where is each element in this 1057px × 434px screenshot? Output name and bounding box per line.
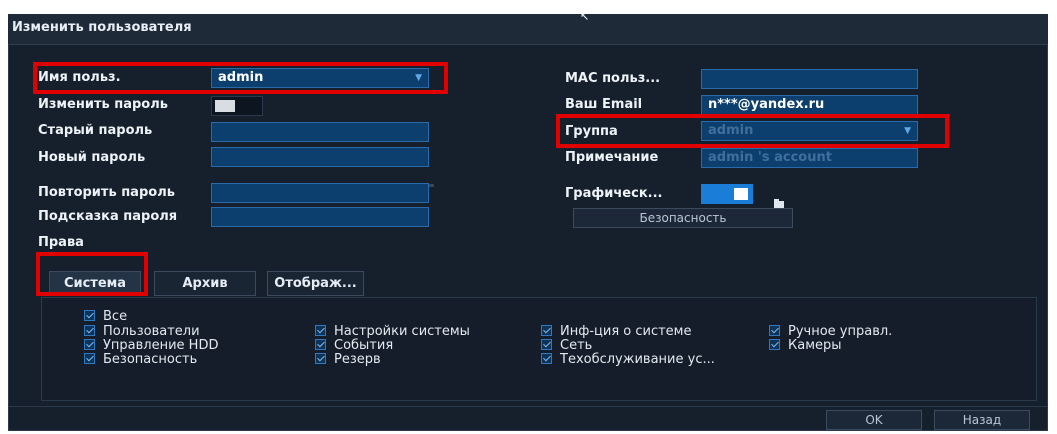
toggle-knob <box>734 188 748 200</box>
note-label: Примечание <box>565 150 659 165</box>
perm-all[interactable]: Все <box>84 310 127 324</box>
checkbox-checked-icon <box>315 325 326 336</box>
new-password-label: Новый пароль <box>38 150 146 165</box>
checkbox-checked-icon <box>84 353 95 364</box>
group-select[interactable]: admin ▼ <box>701 121 918 141</box>
perm-system-info[interactable]: Инф-ция о системе <box>541 325 692 339</box>
mac-field[interactable] <box>701 69 918 89</box>
perm-label: Управление HDD <box>103 338 219 353</box>
dialog-titlebar: Изменить пользователя <box>8 14 1048 45</box>
checkbox-checked-icon <box>84 339 95 350</box>
graphic-pattern-toggle[interactable] <box>701 184 753 204</box>
security-button[interactable]: Безопасность <box>573 208 793 228</box>
username-value: admin <box>218 70 264 85</box>
password-hint-label: Подсказка пароля <box>38 209 178 224</box>
tab-archive[interactable]: Архив <box>154 271 256 296</box>
edit-user-dialog: Изменить пользователя ↖ Имя польз. admin… <box>8 10 1048 431</box>
chevron-down-icon: ▼ <box>415 73 422 83</box>
change-password-label: Изменить пароль <box>38 97 168 112</box>
note-field[interactable]: admin 's account <box>701 148 918 168</box>
old-password-label: Старый пароль <box>38 123 153 138</box>
new-password-field[interactable] <box>211 147 429 167</box>
email-label: Ваш Email <box>565 97 643 112</box>
perm-security[interactable]: Безопасность <box>84 353 197 367</box>
perm-label: Сеть <box>560 338 593 353</box>
graphic-pattern-label: Графическ... <box>565 186 663 201</box>
perm-users[interactable]: Пользователи <box>84 325 200 339</box>
perm-label: Резерв <box>334 352 381 367</box>
perm-label: События <box>334 338 394 353</box>
tab-display[interactable]: Отображ... <box>267 271 364 296</box>
footer-divider <box>8 406 1048 407</box>
perm-label: Ручное управл. <box>788 324 893 339</box>
perm-label: Безопасность <box>103 352 198 367</box>
mouse-cursor-icon: ↖ <box>580 10 590 23</box>
checkbox-checked-icon <box>315 339 326 350</box>
folder-icon[interactable] <box>774 199 784 208</box>
perm-label: Настройки системы <box>334 324 470 339</box>
perm-events[interactable]: События <box>315 339 393 353</box>
perm-label: Инф-ция о системе <box>560 324 692 339</box>
perm-backup[interactable]: Резерв <box>315 353 381 367</box>
checkbox-checked-icon <box>315 353 326 364</box>
perm-system-settings[interactable]: Настройки системы <box>315 325 470 339</box>
perm-hdd[interactable]: Управление HDD <box>84 339 218 353</box>
repeat-password-field[interactable] <box>211 183 429 203</box>
email-field[interactable]: n***@yandex.ru <box>701 95 918 115</box>
checkbox-checked-icon <box>541 339 552 350</box>
chevron-down-icon: ▼ <box>904 126 911 136</box>
perm-label: Все <box>103 309 128 324</box>
ok-button[interactable]: OK <box>826 410 922 430</box>
repeat-password-label: Повторить пароль <box>38 185 175 200</box>
perm-network[interactable]: Сеть <box>541 339 592 353</box>
perm-cameras[interactable]: Камеры <box>769 339 842 353</box>
checkbox-checked-icon <box>84 310 95 321</box>
checkbox-checked-icon <box>769 339 780 350</box>
password-hint-field[interactable] <box>211 207 429 227</box>
perm-label: Техобслуживание ус... <box>560 352 715 367</box>
rights-label: Права <box>38 235 84 250</box>
tab-system[interactable]: Система <box>49 271 141 296</box>
change-password-toggle[interactable] <box>211 96 263 116</box>
perm-manual-control[interactable]: Ручное управл. <box>769 325 892 339</box>
email-value: n***@yandex.ru <box>708 97 825 112</box>
group-label: Группа <box>565 124 618 139</box>
toggle-knob <box>215 100 235 112</box>
old-password-field[interactable] <box>211 122 429 142</box>
username-label: Имя польз. <box>38 70 121 85</box>
perm-label: Камеры <box>788 338 842 353</box>
checkbox-checked-icon <box>84 325 95 336</box>
perm-label: Пользователи <box>103 324 200 339</box>
group-value: admin <box>708 123 754 138</box>
checkbox-checked-icon <box>769 325 780 336</box>
checkbox-checked-icon <box>541 353 552 364</box>
back-button[interactable]: Назад <box>934 410 1030 430</box>
mac-label: МАС польз... <box>565 71 661 86</box>
perm-maintenance[interactable]: Техобслуживание ус... <box>541 353 715 367</box>
dialog-title: Изменить пользователя <box>12 20 192 35</box>
note-value: admin 's account <box>708 150 832 165</box>
username-select[interactable]: admin ▼ <box>211 68 429 88</box>
checkbox-checked-icon <box>541 325 552 336</box>
